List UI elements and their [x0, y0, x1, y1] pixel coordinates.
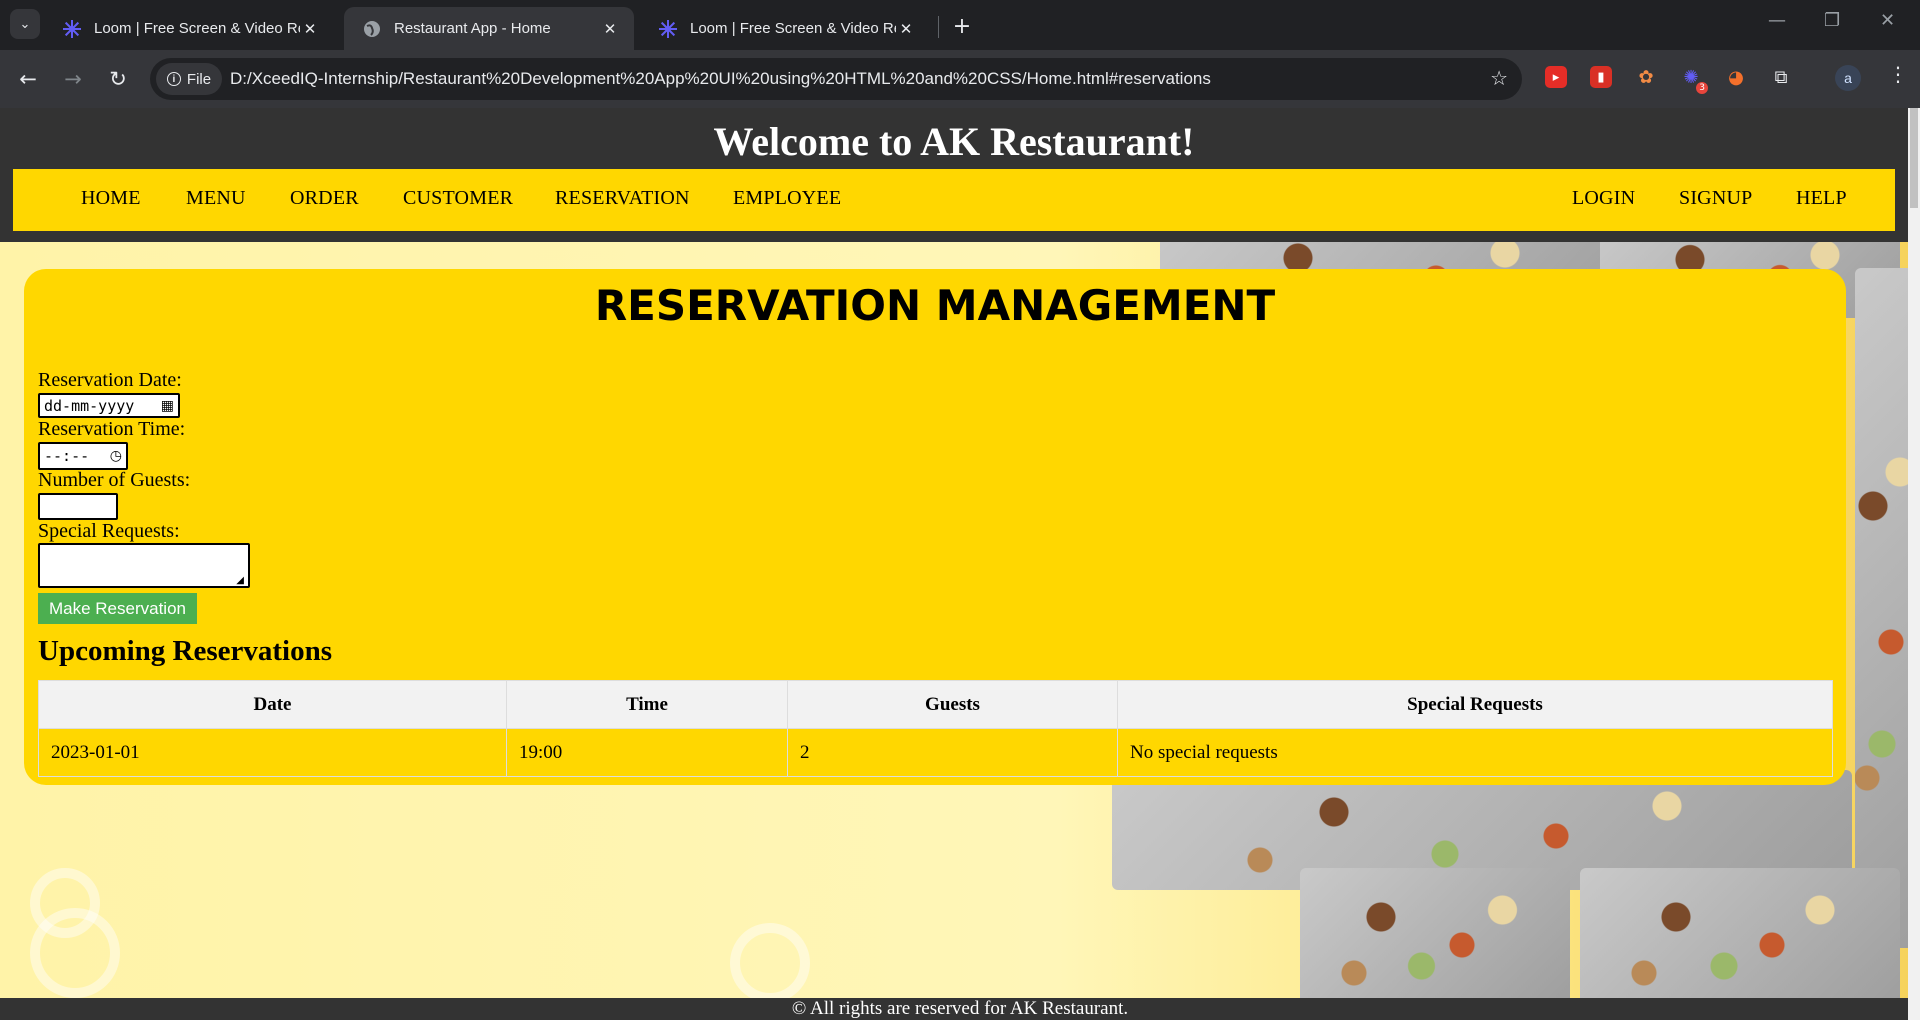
browser-tab-restaurant[interactable]: Restaurant App - Home ✕ [344, 7, 634, 50]
page-scrollbar[interactable] [1908, 108, 1920, 1020]
site-info-chip[interactable]: i File [156, 63, 222, 95]
browser-tab-loom-1[interactable]: Loom | Free Screen & Video Recording ✕ [44, 7, 334, 50]
site-header: Welcome to AK Restaurant! HOME MENU ORDE… [0, 108, 1908, 242]
nav-login[interactable]: LOGIN [1572, 187, 1635, 210]
reservation-panel: RESERVATION MANAGEMENT Reservation Date:… [24, 269, 1846, 785]
page-viewport: Welcome to AK Restaurant! HOME MENU ORDE… [0, 108, 1920, 1020]
guests-label: Number of Guests: [38, 469, 191, 491]
main-navigation: HOME MENU ORDER CUSTOMER RESERVATION EMP… [13, 169, 1895, 231]
make-reservation-button[interactable]: Make Reservation [38, 593, 197, 624]
column-header-date: Date [38, 680, 507, 729]
browser-tab-strip: ⌄ Loom | Free Screen & Video Recording ✕… [0, 0, 1920, 50]
date-placeholder: dd-mm-yyyy [44, 396, 135, 415]
background-swirl [30, 908, 120, 998]
clock-icon[interactable]: ◷ [110, 448, 122, 464]
time-label: Reservation Time: [38, 418, 186, 440]
site-title: Welcome to AK Restaurant! [713, 119, 1195, 164]
nav-customer[interactable]: CUSTOMER [403, 187, 513, 210]
cookie-extension-icon[interactable]: ✿ [1635, 66, 1657, 88]
forward-icon[interactable]: → [58, 64, 88, 94]
calendar-icon[interactable]: ▦ [161, 398, 174, 414]
nav-home[interactable]: HOME [81, 187, 141, 210]
browser-menu-icon[interactable]: ⋮ [1888, 62, 1908, 86]
background-swirl [730, 923, 810, 1003]
page-title: RESERVATION MANAGEMENT [594, 281, 1276, 330]
food-tray-image [1300, 868, 1570, 1008]
close-icon[interactable]: ✕ [300, 20, 320, 38]
scrollbar-thumb[interactable] [1910, 108, 1918, 208]
audio-extension-icon[interactable]: ▮ [1590, 66, 1612, 88]
tab-title: Loom | Free Screen & Video Recording [94, 20, 300, 37]
table-header-row: Date Time Guests Special Requests [38, 680, 1833, 729]
loom-icon [62, 19, 82, 39]
cell-time: 19:00 [506, 728, 788, 777]
cell-date: 2023-01-01 [38, 728, 507, 777]
upcoming-reservations-heading: Upcoming Reservations [38, 635, 333, 667]
nav-help[interactable]: HELP [1796, 187, 1847, 210]
column-header-time: Time [506, 680, 788, 729]
orange-extension-icon[interactable]: ◕ [1725, 66, 1747, 88]
time-placeholder: --:-- [44, 447, 90, 465]
column-header-guests: Guests [787, 680, 1118, 729]
minimize-icon[interactable]: — [1768, 10, 1786, 31]
url-text[interactable]: D:/XceedIQ-Internship/Restaurant%20Devel… [230, 69, 1211, 89]
date-label: Reservation Date: [38, 369, 182, 391]
close-icon[interactable]: ✕ [600, 20, 620, 38]
loom-icon [658, 19, 678, 39]
site-footer: © All rights are reserved for AK Restaur… [0, 998, 1920, 1020]
chip-label: File [186, 70, 212, 88]
nav-order[interactable]: ORDER [290, 187, 359, 210]
new-tab-icon[interactable]: + [948, 12, 976, 40]
window-close-icon[interactable]: ✕ [1880, 10, 1895, 31]
nav-signup[interactable]: SIGNUP [1679, 187, 1752, 210]
reservation-date-input[interactable]: dd-mm-yyyy ▦ [38, 393, 180, 418]
browser-toolbar: ← → ↻ i File D:/XceedIQ-Internship/Resta… [0, 50, 1920, 108]
globe-icon [362, 19, 382, 39]
extensions-puzzle-icon[interactable]: ⧉ [1770, 66, 1792, 88]
info-icon: i [166, 72, 181, 86]
guests-input[interactable] [38, 493, 118, 520]
extension-badge: 3 [1696, 82, 1708, 94]
tab-title: Loom | Free Screen & Video Recording [690, 20, 896, 37]
address-bar[interactable]: i File D:/XceedIQ-Internship/Restaurant%… [150, 58, 1522, 100]
bookmark-star-icon[interactable]: ☆ [1490, 66, 1508, 90]
cell-guests: 2 [787, 728, 1118, 777]
table-row: 2023-01-01 19:00 2 No special requests [38, 728, 1833, 777]
column-header-special-requests: Special Requests [1117, 680, 1833, 729]
resize-handle-icon[interactable]: ◢ [236, 575, 244, 586]
browser-tab-loom-2[interactable]: Loom | Free Screen & Video Recording ✕ [640, 7, 930, 50]
back-icon[interactable]: ← [13, 64, 43, 94]
reservations-table: Date Time Guests Special Requests 2023-0… [38, 680, 1833, 777]
loom-extension-icon[interactable]: ✺ 3 [1680, 66, 1708, 94]
reload-icon[interactable]: ↻ [103, 64, 133, 94]
tab-title: Restaurant App - Home [394, 20, 551, 37]
cell-special-requests: No special requests [1117, 728, 1833, 777]
tab-search-icon[interactable]: ⌄ [10, 9, 40, 39]
food-tray-image [1580, 868, 1900, 1008]
restore-icon[interactable]: ❐ [1824, 10, 1840, 31]
requests-label: Special Requests: [38, 520, 180, 542]
close-icon[interactable]: ✕ [896, 20, 916, 38]
nav-employee[interactable]: EMPLOYEE [733, 187, 841, 210]
nav-reservation[interactable]: RESERVATION [555, 187, 690, 210]
youtube-extension-icon[interactable]: ▸ [1545, 66, 1567, 88]
nav-menu[interactable]: MENU [186, 187, 246, 210]
special-requests-textarea[interactable]: ◢ [38, 543, 250, 588]
food-tray-image [1855, 268, 1915, 948]
profile-avatar[interactable]: a [1835, 65, 1861, 91]
reservation-time-input[interactable]: --:-- ◷ [38, 442, 128, 470]
tab-separator [938, 16, 939, 38]
